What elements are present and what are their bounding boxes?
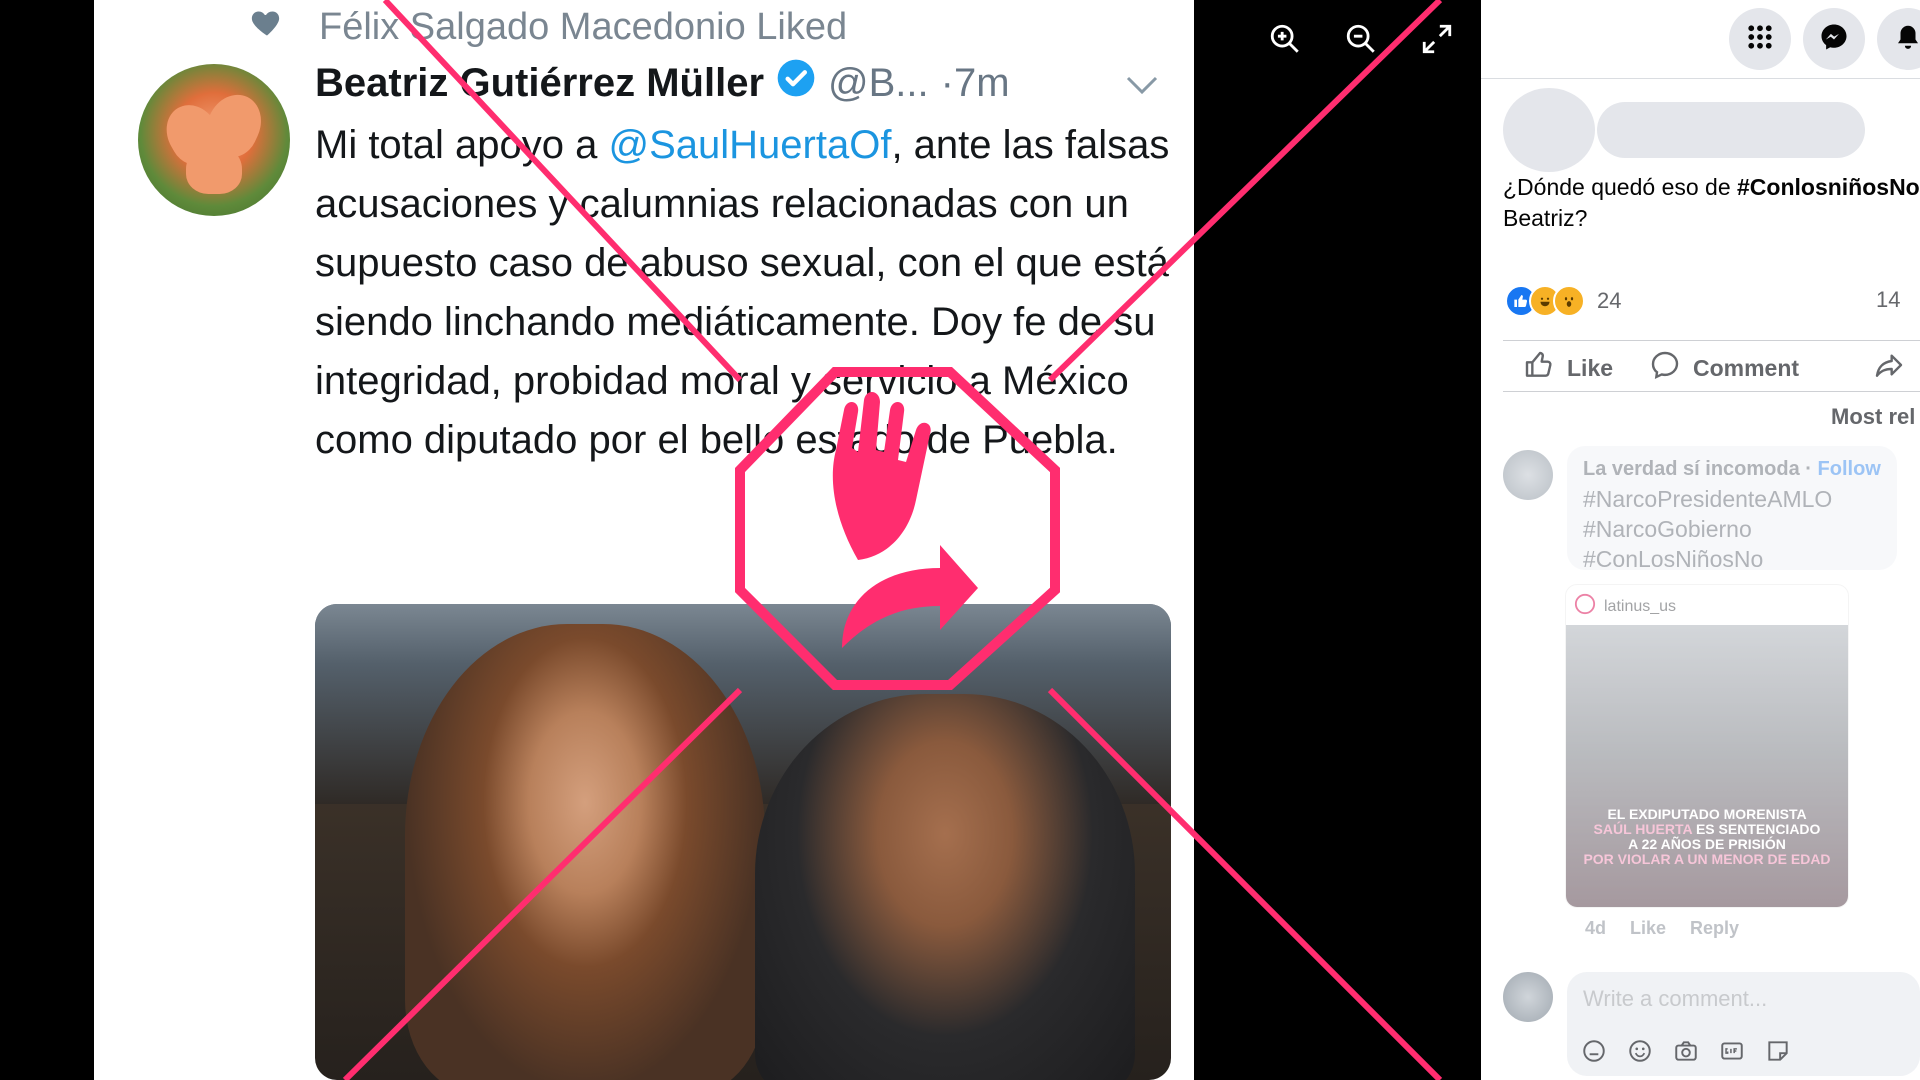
- camera-icon[interactable]: [1673, 1038, 1699, 1069]
- shared-card-header: latinus_us: [1574, 593, 1676, 620]
- verified-icon: [776, 58, 816, 108]
- post-text: ¿Dónde quedó eso de #ConlosniñosNo Beatr…: [1503, 172, 1920, 234]
- reaction-count: 24: [1597, 288, 1622, 313]
- tweet-photo: [315, 604, 1171, 1080]
- heart-icon: [249, 4, 285, 50]
- like-label: Like: [1567, 354, 1614, 381]
- zoom-in-icon[interactable]: [1268, 22, 1302, 61]
- emoji-icon[interactable]: [1627, 1038, 1653, 1069]
- comment-author[interactable]: La verdad sí incomoda · Follow: [1583, 458, 1881, 481]
- like-button[interactable]: Like: [1523, 349, 1613, 387]
- messenger-button[interactable]: [1803, 8, 1865, 70]
- post-text-prefix: ¿Dónde quedó eso de: [1503, 174, 1738, 200]
- shared-headline: EL EXDIPUTADO MORENISTA SAÚL HUERTA ES S…: [1566, 807, 1848, 867]
- current-user-avatar: [1503, 972, 1553, 1022]
- author-handle: @B...: [828, 60, 929, 105]
- shared-account: latinus_us: [1604, 597, 1677, 615]
- comment-age: 4d: [1585, 918, 1607, 938]
- comment-meta: 4d Like Reply: [1585, 918, 1739, 939]
- menu-grid-button[interactable]: [1729, 8, 1791, 70]
- viewer-controls: [1268, 22, 1454, 61]
- image-viewer: Félix Salgado Macedonio Liked Beatriz Gu…: [0, 0, 1481, 1080]
- comment-count[interactable]: 14: [1876, 287, 1900, 313]
- fullscreen-icon[interactable]: [1420, 22, 1454, 61]
- share-button[interactable]: [1873, 349, 1905, 387]
- comment-sort-dropdown[interactable]: Most rel: [1831, 404, 1915, 430]
- follow-link[interactable]: Follow: [1818, 458, 1881, 480]
- post-text-line2: Beatriz?: [1503, 205, 1588, 231]
- headline-line-3: A 22 AÑOS DE PRISIÓN: [1628, 836, 1786, 852]
- liked-by-text: Félix Salgado Macedonio Liked: [319, 5, 848, 48]
- sticker-icon[interactable]: [1765, 1038, 1791, 1069]
- comment-button[interactable]: Comment: [1649, 349, 1799, 387]
- facebook-panel: ¿Dónde quedó eso de #ConlosniñosNo Beatr…: [1481, 0, 1920, 1080]
- comment-input-tools: [1581, 1038, 1791, 1069]
- comment-label: Comment: [1693, 354, 1800, 381]
- zoom-out-icon[interactable]: [1344, 22, 1378, 61]
- comment-reply-link[interactable]: Reply: [1690, 918, 1739, 939]
- shared-news-image: EL EXDIPUTADO MORENISTA SAÚL HUERTA ES S…: [1566, 625, 1848, 907]
- comment-hashtag[interactable]: #NarcoPresidenteAMLO: [1583, 486, 1832, 513]
- headline-line-1: EL EXDIPUTADO MORENISTA: [1607, 806, 1807, 822]
- comment-author-name[interactable]: La verdad sí incomoda: [1583, 458, 1800, 480]
- post-author-name-redacted: [1597, 102, 1865, 158]
- author-avatar: [138, 64, 290, 216]
- messenger-icon: [1819, 22, 1849, 57]
- mention-link: @SaulHuertaOf: [608, 123, 892, 167]
- comment-hashtag[interactable]: #NarcoGobierno: [1583, 516, 1752, 543]
- instagram-avatar-icon: [1574, 593, 1596, 620]
- post-hashtag[interactable]: #ConlosniñosNo: [1737, 174, 1920, 200]
- comment-icon: [1649, 349, 1681, 387]
- share-icon: [1873, 349, 1905, 387]
- author-name: Beatriz Gutiérrez Müller: [315, 60, 765, 105]
- tweet-text-before: Mi total apoyo a: [315, 123, 609, 167]
- post-author-avatar[interactable]: [1503, 88, 1595, 172]
- tweet-text: Mi total apoyo a @SaulHuertaOf, ante las…: [315, 116, 1175, 470]
- liked-row: Félix Salgado Macedonio Liked: [249, 4, 847, 50]
- author-row: Beatriz Gutiérrez Müller @B... ·7m: [315, 58, 1010, 108]
- wow-reaction-icon: [1553, 285, 1585, 317]
- headline-line-4: POR VIOLAR A UN MENOR DE EDAD: [1583, 851, 1831, 867]
- headline-name: SAÚL HUERTA: [1593, 821, 1693, 837]
- bell-icon: [1893, 22, 1920, 57]
- reaction-summary[interactable]: 24: [1505, 285, 1621, 317]
- headline-line-2: ES SENTENCIADO: [1692, 821, 1821, 837]
- avatar-sticker-icon[interactable]: [1581, 1038, 1607, 1069]
- gif-icon[interactable]: [1719, 1038, 1745, 1069]
- grid-icon: [1745, 22, 1775, 57]
- comment-input-placeholder[interactable]: Write a comment...: [1583, 986, 1767, 1012]
- facebook-top-bar: [1481, 0, 1920, 79]
- post-actions: Like Comment: [1503, 340, 1920, 392]
- tweet-time: ·7m: [940, 60, 1010, 105]
- notifications-button[interactable]: [1877, 8, 1920, 70]
- comment-hashtag[interactable]: #ConLosNiñosNo: [1583, 546, 1763, 573]
- tweet-text-after: , ante las falsas acusaciones y calumnia…: [315, 123, 1170, 462]
- commenter-avatar[interactable]: [1503, 450, 1553, 500]
- thumbs-up-icon: [1523, 349, 1555, 387]
- comment-like-link[interactable]: Like: [1630, 918, 1666, 939]
- tweet-screenshot: Félix Salgado Macedonio Liked Beatriz Gu…: [94, 0, 1194, 1080]
- shared-media-card[interactable]: latinus_us EL EXDIPUTADO MORENISTA SAÚL …: [1565, 584, 1849, 908]
